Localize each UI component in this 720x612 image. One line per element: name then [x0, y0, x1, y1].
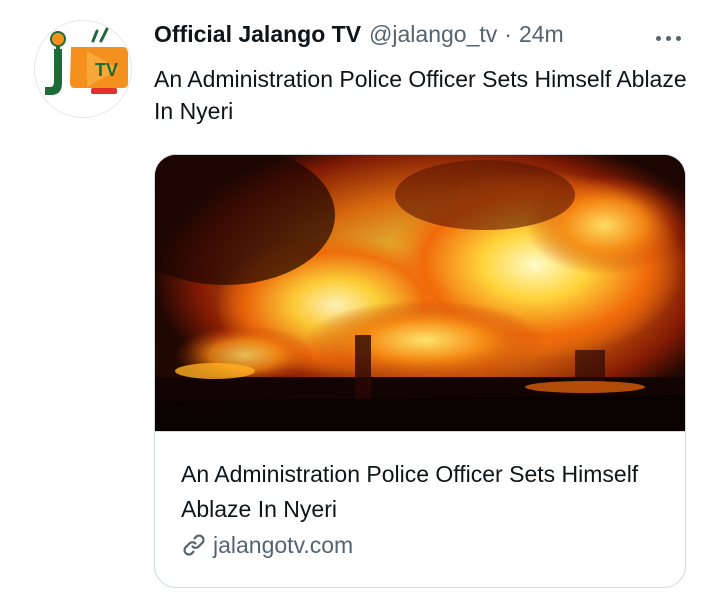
logo-tv-text: TV — [95, 60, 118, 80]
author-handle[interactable]: @jalango_tv — [369, 18, 497, 50]
more-horizontal-icon[interactable] — [648, 26, 688, 50]
more-dot — [655, 35, 661, 41]
more-dot — [675, 35, 681, 41]
more-dot — [665, 35, 671, 41]
separator-dot: · — [504, 21, 512, 47]
tweet-text: An Administration Police Officer Sets Hi… — [154, 66, 687, 124]
card-image[interactable] — [155, 155, 685, 432]
tweet-header: Official Jalango TV @jalango_tv · 24m — [154, 18, 564, 50]
avatar[interactable]: TV — [34, 20, 132, 118]
tweet-timestamp[interactable]: 24m — [519, 18, 564, 50]
fire-photo — [155, 155, 685, 431]
card-title[interactable]: An Administration Police Officer Sets Hi… — [181, 457, 671, 527]
link-icon — [183, 534, 205, 556]
author-display-name[interactable]: Official Jalango TV — [154, 18, 361, 50]
card-domain[interactable]: jalangotv.com — [181, 529, 353, 561]
card-domain-text: jalangotv.com — [213, 532, 354, 558]
link-card[interactable]: An Administration Police Officer Sets Hi… — [154, 154, 686, 588]
tweet[interactable]: TV Official Jalango TV @jalango_tv · 24m… — [0, 0, 720, 612]
jalango-tv-logo-icon: TV — [45, 27, 128, 95]
